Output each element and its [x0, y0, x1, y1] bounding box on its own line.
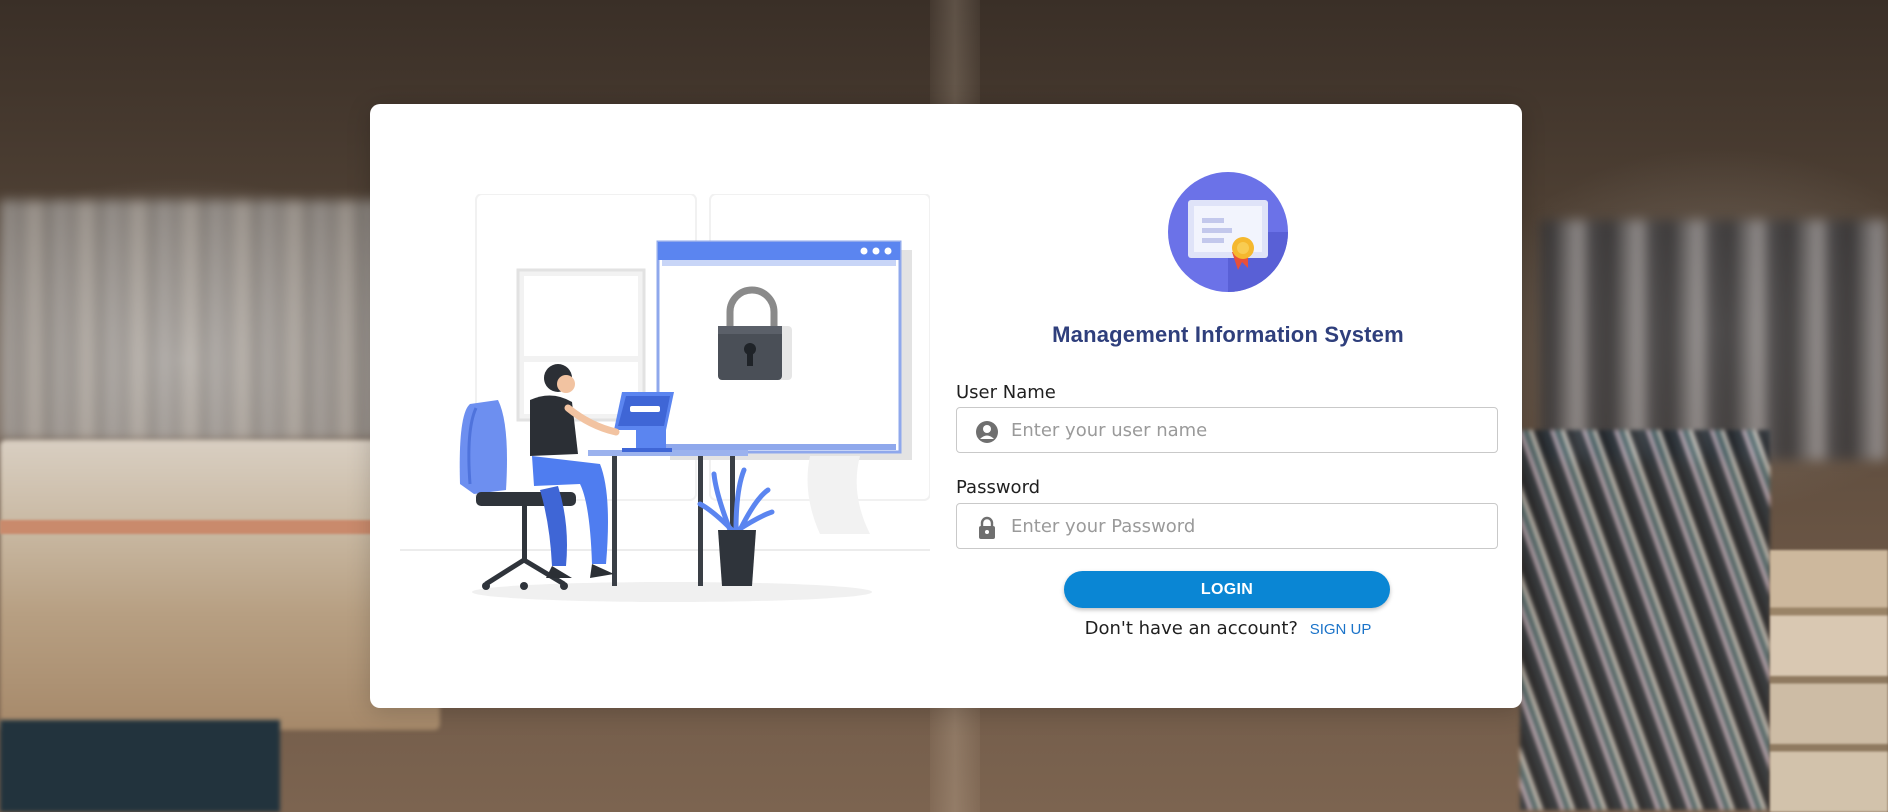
password-label: Password: [956, 477, 1041, 498]
app-title: Management Information System: [1052, 322, 1404, 347]
username-label: User Name: [956, 382, 1056, 403]
signup-link[interactable]: SIGN UP: [1310, 621, 1372, 638]
background-books-right: [1540, 220, 1888, 460]
signup-row: Don't have an account? SIGN UP: [956, 618, 1500, 639]
login-illustration: [400, 194, 930, 602]
username-input[interactable]: [1011, 408, 1481, 452]
background-pencils: [1520, 430, 1770, 810]
user-circle-icon: [976, 421, 998, 443]
signup-prompt: Don't have an account?: [1084, 618, 1298, 639]
password-input[interactable]: [1011, 504, 1481, 548]
password-field[interactable]: [956, 503, 1498, 549]
certificate-logo-icon: [1168, 172, 1288, 292]
lock-icon: [979, 516, 995, 539]
background-book-edge: [0, 520, 430, 534]
login-card: Management Information System User Name …: [370, 104, 1522, 708]
background-book-bottom: [0, 720, 280, 812]
background-book-stack-right: [1770, 550, 1888, 812]
login-button[interactable]: LOGIN: [1064, 571, 1390, 608]
background-books-left: [0, 200, 380, 440]
username-field[interactable]: [956, 407, 1498, 453]
